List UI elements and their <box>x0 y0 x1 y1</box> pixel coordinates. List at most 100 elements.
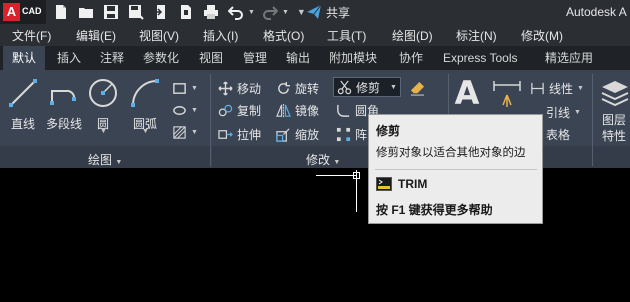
mirror-button[interactable]: 镜像 <box>276 100 319 120</box>
save-to-web-icon[interactable] <box>177 3 195 21</box>
circle-icon <box>86 76 120 110</box>
share-label: 共享 <box>326 5 351 20</box>
modify-panel-title[interactable]: 修改 ▼ <box>306 151 340 168</box>
menu-dimension[interactable]: 标注(N) <box>456 27 497 44</box>
redo-dropdown-icon[interactable]: ▼ <box>282 9 289 16</box>
copy-icon <box>218 104 233 116</box>
array-button[interactable]: 阵 <box>336 124 367 144</box>
share-button[interactable]: 共享 <box>306 3 350 21</box>
tab-output[interactable]: 输出 <box>277 46 319 70</box>
tab-parametric[interactable]: 参数化 <box>134 46 188 70</box>
menu-bar: 文件(F) 编辑(E) 视图(V) 插入(I) 格式(O) 工具(T) 绘图(D… <box>0 24 630 46</box>
menu-draw[interactable]: 绘图(D) <box>392 27 433 44</box>
array-label: 阵 <box>355 127 368 142</box>
array-icon <box>336 127 351 141</box>
send-icon <box>307 4 322 19</box>
undo-dropdown-icon[interactable]: ▼ <box>248 9 255 16</box>
save-as-icon[interactable] <box>127 3 145 21</box>
menu-tools[interactable]: 工具(T) <box>327 27 366 44</box>
rectangle-icon <box>173 82 186 94</box>
tab-collaborate[interactable]: 协作 <box>390 46 432 70</box>
dimension-button[interactable] <box>490 76 524 110</box>
title-bar: A CAD ▼ ▼ ▼ 共享 Autodesk A <box>0 0 630 24</box>
linear-dimension-button[interactable]: 线性 ▼ <box>530 78 584 98</box>
save-icon[interactable] <box>102 3 120 21</box>
text-button[interactable]: A <box>450 74 484 112</box>
move-button[interactable]: 移动 <box>218 78 261 98</box>
command-line-icon <box>376 177 392 191</box>
arc-icon <box>128 76 162 110</box>
erase-button[interactable] <box>410 78 425 98</box>
table-label: 表格 <box>546 127 571 142</box>
layer-properties-button[interactable]: 图层 特性 <box>598 76 630 144</box>
line-button[interactable]: 直线 <box>6 76 40 132</box>
new-file-icon[interactable] <box>52 3 70 21</box>
circle-button[interactable]: 圆 ▼ <box>86 76 120 135</box>
tab-annotate[interactable]: 注释 <box>91 46 133 70</box>
menu-format[interactable]: 格式(O) <box>263 27 304 44</box>
move-label: 移动 <box>237 81 262 96</box>
circle-dropdown-icon[interactable]: ▼ <box>100 128 107 135</box>
linear-label: 线性 <box>549 81 574 96</box>
polyline-label: 多段线 <box>45 117 82 131</box>
menu-file[interactable]: 文件(F) <box>12 27 51 44</box>
rotate-label: 旋转 <box>295 81 320 96</box>
tab-express-tools[interactable]: Express Tools <box>434 46 526 70</box>
ellipse-icon <box>173 105 186 115</box>
stretch-button[interactable]: 拉伸 <box>218 124 261 144</box>
hatch-dropdown-icon[interactable]: ▼ <box>191 129 198 136</box>
dimension-icon <box>490 76 524 110</box>
application-menu-button[interactable]: A CAD <box>0 0 46 24</box>
redo-icon[interactable] <box>261 3 279 21</box>
arc-button[interactable]: 圆弧 ▼ <box>128 76 162 135</box>
stretch-label: 拉伸 <box>237 127 262 142</box>
rotate-button[interactable]: 旋转 <box>276 78 319 98</box>
customize-toolbar-icon[interactable]: ▼ <box>297 7 306 17</box>
scale-button[interactable]: 缩放 <box>276 124 319 144</box>
tab-insert[interactable]: 插入 <box>48 46 90 70</box>
copy-button[interactable]: 复制 <box>218 100 261 120</box>
rectangle-dropdown-icon[interactable]: ▼ <box>191 85 198 92</box>
panel-divider <box>592 74 593 166</box>
hatch-button[interactable]: ▼ <box>172 100 198 120</box>
polyline-button[interactable]: 多段线 <box>44 76 84 132</box>
tooltip-description: 修剪对象以适合其他对象的边 <box>376 147 526 159</box>
scale-label: 缩放 <box>295 127 320 142</box>
menu-edit[interactable]: 编辑(E) <box>76 27 116 44</box>
linear-dropdown-icon[interactable]: ▼ <box>577 85 584 92</box>
draw-panel-title[interactable]: 绘图 ▼ <box>88 151 122 168</box>
polyline-icon <box>47 76 81 110</box>
menu-view[interactable]: 视图(V) <box>139 27 179 44</box>
open-from-web-icon[interactable] <box>152 3 170 21</box>
open-folder-icon[interactable] <box>77 3 95 21</box>
arc-dropdown-icon[interactable]: ▼ <box>142 128 149 135</box>
leader-button[interactable]: 引线 ▼ <box>546 102 581 122</box>
eraser-icon <box>410 81 425 96</box>
tooltip-command: TRIM <box>398 177 428 191</box>
move-icon <box>218 80 233 96</box>
tab-view[interactable]: 视图 <box>190 46 232 70</box>
line-icon <box>6 76 40 110</box>
trim-tooltip: 修剪 修剪对象以适合其他对象的边 TRIM 按 F1 键获得更多帮助 <box>368 114 543 224</box>
tab-manage[interactable]: 管理 <box>234 46 276 70</box>
leader-dropdown-icon[interactable]: ▼ <box>574 109 581 116</box>
menu-insert[interactable]: 插入(I) <box>203 27 238 44</box>
trim-dropdown-icon[interactable]: ▼ <box>390 84 397 91</box>
plot-icon[interactable] <box>202 3 220 21</box>
text-icon: A <box>454 74 480 112</box>
ellipse-dropdown-icon[interactable]: ▼ <box>191 107 198 114</box>
undo-icon[interactable] <box>227 3 245 21</box>
hatch-pattern-button[interactable]: ▼ <box>172 122 198 142</box>
autocad-logo-icon: A <box>3 3 20 21</box>
trim-button[interactable]: 修剪 ▼ <box>333 77 401 97</box>
scale-icon <box>276 127 290 142</box>
rotate-icon <box>278 81 291 94</box>
tab-featured-apps[interactable]: 精选应用 <box>536 46 602 70</box>
tab-default[interactable]: 默认 <box>3 46 46 70</box>
menu-modify[interactable]: 修改(M) <box>521 27 563 44</box>
crosshair-horizontal <box>316 175 356 176</box>
panel-divider <box>210 74 211 166</box>
rectangle-button[interactable]: ▼ <box>172 78 198 98</box>
table-button[interactable]: 表格 <box>546 124 570 144</box>
tab-addins[interactable]: 附加模块 <box>320 46 386 70</box>
